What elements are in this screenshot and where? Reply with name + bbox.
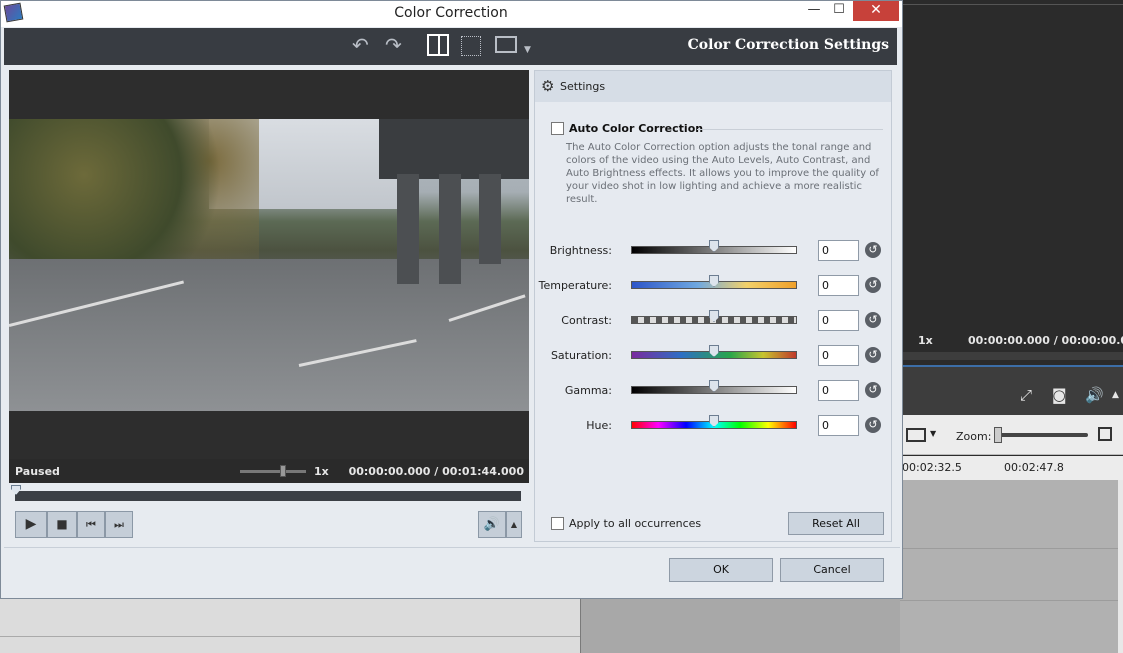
volume-icon: 🔊 [484, 517, 500, 532]
auto-color-correction-description: The Auto Color Correction option adjusts… [566, 141, 884, 206]
monitor-icon[interactable] [906, 428, 926, 442]
play-icon: ▶ [26, 516, 37, 532]
skip-back-icon: ⏮ [86, 518, 96, 531]
split-view-icon[interactable] [427, 34, 449, 56]
volume-arrow-icon[interactable]: ▲ [1112, 390, 1119, 400]
temperature-value-input[interactable]: 0 [818, 275, 859, 296]
brightness-value-input[interactable]: 0 [818, 240, 859, 261]
speed-slider[interactable] [240, 470, 306, 473]
zoom-slider[interactable] [998, 433, 1088, 437]
background-media-area [0, 598, 580, 653]
chevron-down-icon[interactable]: ▼ [524, 40, 531, 60]
playback-status: Paused [15, 465, 60, 478]
timeline-scrollbar[interactable] [1118, 480, 1123, 653]
timeline-toolbar: ▼ Zoom: [900, 415, 1123, 455]
reset-icon[interactable]: ↺ [865, 312, 881, 328]
timeline-ruler[interactable]: 00:02:32.5 00:02:47.8 [900, 456, 1123, 480]
hue-row: Hue: 0 ↺ [535, 414, 891, 438]
apply-to-all-label[interactable]: Apply to all occurrences [569, 517, 701, 530]
play-button[interactable]: ▶ [15, 511, 47, 538]
reset-icon[interactable]: ↺ [865, 382, 881, 398]
ok-button[interactable]: OK [669, 558, 773, 582]
player-status-bar: Paused 1x 00:00:00.000 / 00:01:44.000 [9, 459, 529, 483]
background-timeline-area [580, 598, 900, 653]
fullscreen-icon[interactable]: ⤢ [1020, 386, 1032, 404]
video-preview: Paused 1x 00:00:00.000 / 00:01:44.000 [9, 70, 529, 483]
video-frame [9, 119, 529, 411]
saturation-value-input[interactable]: 0 [818, 345, 859, 366]
saturation-label: Saturation: [551, 349, 612, 362]
reset-icon[interactable]: ↺ [865, 417, 881, 433]
close-button[interactable]: ✕ [853, 1, 899, 21]
skip-forward-icon: ⏭ [114, 518, 124, 531]
monitor-icon[interactable] [495, 36, 517, 53]
timecode: 00:00:00.000 / 00:01:44.000 [349, 465, 524, 478]
background-controls: ⤢ ◙ 🔊 ▲ [900, 367, 1123, 415]
temperature-row: Temperature: 0 ↺ [535, 274, 891, 298]
stop-icon: ■ [56, 517, 67, 531]
contrast-row: Contrast: 0 ↺ [535, 309, 891, 333]
stop-button[interactable]: ■ [47, 511, 77, 538]
grid-icon[interactable] [461, 36, 481, 56]
window-title: Color Correction [1, 5, 901, 21]
maximize-button[interactable]: ☐ [824, 1, 854, 21]
chevron-down-icon[interactable]: ▼ [930, 429, 936, 438]
volume-button[interactable]: 🔊 [478, 511, 506, 538]
undo-icon[interactable]: ↶ [352, 35, 369, 55]
next-frame-button[interactable]: ⏭ [105, 511, 133, 538]
contrast-value-input[interactable]: 0 [818, 310, 859, 331]
auto-color-correction-label[interactable]: Auto Color Correction [569, 122, 703, 135]
apply-to-all-checkbox[interactable] [551, 517, 564, 530]
chevron-up-icon: ▲ [511, 520, 517, 529]
reset-icon[interactable]: ↺ [865, 277, 881, 293]
snapshot-icon[interactable]: ◙ [1052, 386, 1067, 404]
gamma-label: Gamma: [565, 384, 612, 397]
ruler-tick: 00:02:47.8 [1004, 461, 1064, 474]
background-seek-bar[interactable] [903, 352, 1123, 360]
settings-heading: Color Correction Settings [688, 37, 889, 53]
contrast-label: Contrast: [561, 314, 612, 327]
seek-bar[interactable] [15, 491, 521, 501]
background-speed: 1x [918, 334, 933, 347]
dialog-toolbar: ↶ ↷ ▼ Color Correction Settings [4, 28, 897, 65]
color-correction-dialog: Color Correction — ☐ ✕ ↶ ↷ ▼ Color Corre… [0, 0, 903, 599]
gamma-row: Gamma: 0 ↺ [535, 379, 891, 403]
cancel-button[interactable]: Cancel [780, 558, 884, 582]
redo-icon[interactable]: ↷ [385, 35, 402, 55]
playback-speed: 1x [314, 465, 329, 478]
saturation-row: Saturation: 0 ↺ [535, 344, 891, 368]
settings-header-label: Settings [560, 80, 605, 93]
temperature-label: Temperature: [539, 279, 612, 292]
background-timecode: 00:00:00.000 / 00:00:00.000 [968, 334, 1123, 347]
settings-header: ⚙ Settings [535, 71, 891, 102]
reset-icon[interactable]: ↺ [865, 242, 881, 258]
reset-all-button[interactable]: Reset All [788, 512, 884, 535]
ruler-tick: 00:02:32.5 [902, 461, 962, 474]
brightness-label: Brightness: [550, 244, 612, 257]
title-bar: Color Correction — ☐ ✕ [1, 1, 902, 27]
fit-timeline-icon[interactable] [1098, 427, 1112, 441]
hue-value-input[interactable]: 0 [818, 415, 859, 436]
zoom-slider-thumb[interactable] [994, 427, 1002, 443]
brightness-row: Brightness: 0 ↺ [535, 239, 891, 263]
volume-menu-button[interactable]: ▲ [506, 511, 522, 538]
auto-color-correction-checkbox[interactable] [551, 122, 564, 135]
volume-icon[interactable]: 🔊 [1085, 386, 1104, 404]
settings-panel: ⚙ Settings Auto Color Correction The Aut… [534, 70, 892, 542]
background-player-status: 1x 00:00:00.000 / 00:00:00.000 [903, 330, 1123, 350]
gear-icon: ⚙ [541, 77, 554, 95]
gamma-value-input[interactable]: 0 [818, 380, 859, 401]
zoom-label: Zoom: [956, 430, 991, 443]
timeline-tracks[interactable] [900, 480, 1118, 653]
hue-label: Hue: [586, 419, 612, 432]
speed-slider-thumb[interactable] [280, 465, 286, 477]
previous-frame-button[interactable]: ⏮ [77, 511, 105, 538]
reset-icon[interactable]: ↺ [865, 347, 881, 363]
